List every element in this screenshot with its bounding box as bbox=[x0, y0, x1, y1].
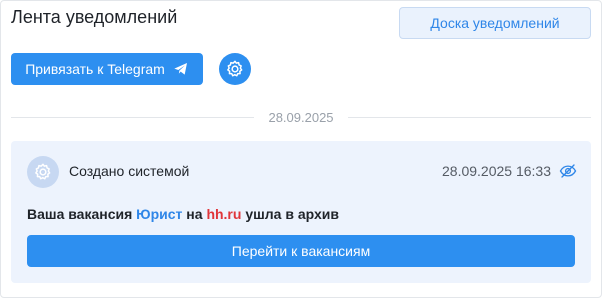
link-telegram-button[interactable]: Привязать к Telegram bbox=[11, 53, 203, 85]
message-middle: на bbox=[186, 206, 203, 222]
go-to-vacancies-button[interactable]: Перейти к вакансиям bbox=[27, 235, 575, 267]
date-label: 28.09.2025 bbox=[268, 109, 334, 125]
message-suffix: ушла в архив bbox=[245, 206, 340, 222]
notification-author: Создано системой bbox=[69, 163, 190, 179]
system-avatar bbox=[27, 156, 59, 188]
date-divider: 28.09.2025 bbox=[11, 107, 592, 127]
gear-icon bbox=[35, 163, 51, 180]
notification-card: Создано системой 28.09.2025 16:33 Ваша в… bbox=[11, 141, 591, 283]
divider-line-right bbox=[347, 116, 592, 118]
settings-button[interactable] bbox=[219, 53, 251, 85]
job-title-link[interactable]: Юрист bbox=[136, 206, 182, 222]
message-prefix: Ваша вакансия bbox=[27, 206, 133, 222]
notification-message: Ваша вакансия Юрист на hh.ru ушла в архи… bbox=[27, 206, 339, 222]
link-telegram-label: Привязать к Telegram bbox=[25, 61, 165, 77]
page-title: Лента уведомлений bbox=[11, 7, 178, 27]
notification-board-button[interactable]: Доска уведомлений bbox=[399, 7, 591, 39]
notification-timestamp: 28.09.2025 16:33 bbox=[442, 163, 551, 179]
notifications-panel: Лента уведомлений Доска уведомлений Прив… bbox=[0, 0, 602, 298]
eye-off-icon[interactable] bbox=[559, 162, 577, 180]
paper-plane-icon bbox=[174, 63, 187, 75]
divider-line-left bbox=[11, 116, 255, 118]
gear-icon bbox=[227, 60, 243, 77]
site-link[interactable]: hh.ru bbox=[206, 206, 241, 222]
